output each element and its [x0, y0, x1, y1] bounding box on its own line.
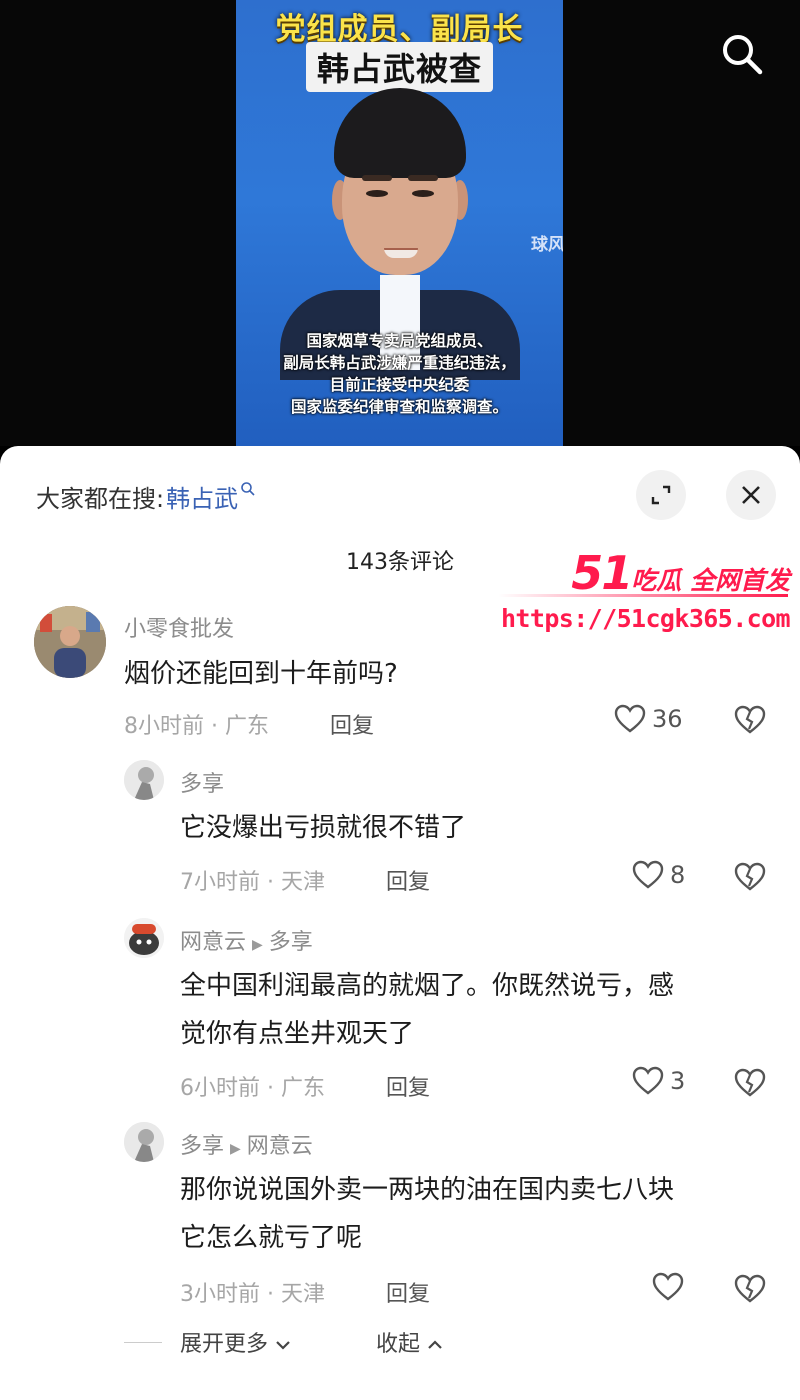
comment-username[interactable]: 小零食批发 [124, 611, 234, 643]
like-button[interactable] [652, 1272, 690, 1302]
divider [124, 1342, 162, 1343]
like-button[interactable]: 8 [632, 860, 685, 890]
reply-button[interactable]: 回复 [386, 864, 430, 896]
heart-icon [652, 1272, 684, 1301]
comment-username[interactable]: 多享 ▶ 网意云 [180, 1128, 313, 1160]
dislike-button[interactable] [734, 705, 766, 739]
comment-text: 那你说说国外卖一两块的油在国内卖七八块 它怎么就亏了呢 [180, 1175, 675, 1253]
caption-line: 国家监委纪律审查和监察调查。 [290, 398, 508, 416]
close-button[interactable] [726, 470, 776, 520]
promo-divider [498, 594, 788, 597]
comment-text: 烟价还能回到十年前吗? [124, 659, 398, 689]
chevron-down-icon [276, 1341, 290, 1350]
video-watermark: 球风 [531, 235, 563, 255]
like-count: 8 [670, 861, 686, 889]
reply-arrow-icon: ▶ [230, 1141, 241, 1157]
comment-text: 全中国利润最高的就烟了。你既然说亏，感 觉你有点坐井观天了 [180, 971, 675, 1049]
video-frame: 党组成员、副局长 韩占武被查 球风 国家烟草专卖局党组成员、 副局长韩占武涉嫌严… [236, 0, 563, 446]
heart-icon [632, 1066, 664, 1095]
comment-meta: 8小时前 · 广东 [124, 714, 269, 739]
comment-sheet: 大家都在搜: 韩占武 143条评论 51吃瓜 全网首发 https://51cg… [0, 446, 800, 1400]
reply-arrow-icon: ▶ [252, 937, 263, 953]
trending-search[interactable]: 大家都在搜: 韩占武 [36, 476, 256, 516]
caption-line: 副局长韩占武涉嫌严重违纪违法， [283, 354, 516, 372]
video-caption: 国家烟草专卖局党组成员、 副局长韩占武涉嫌严重违纪违法， 目前正接受中央纪委 国… [236, 330, 563, 418]
like-button[interactable]: 3 [632, 1066, 685, 1096]
broken-heart-icon [734, 1068, 766, 1097]
search-icon [241, 482, 255, 496]
dislike-button[interactable] [734, 862, 766, 896]
comment-username[interactable]: 网意云 ▶ 多享 [180, 924, 313, 956]
avatar[interactable] [34, 606, 106, 678]
dislike-button[interactable] [734, 1274, 766, 1308]
promo-title: 51吃瓜 全网首发 [571, 546, 790, 600]
person-portrait [279, 70, 520, 380]
avatar[interactable] [124, 918, 164, 958]
broken-heart-icon [734, 1274, 766, 1303]
comment-meta: 6小时前 · 广东 [180, 1076, 325, 1101]
comment-username[interactable]: 多享 [180, 766, 224, 798]
like-count: 36 [652, 705, 683, 733]
caption-line: 国家烟草专卖局党组成员、 [306, 332, 493, 350]
expand-more-button[interactable]: 展开更多 [180, 1326, 291, 1358]
comment-meta: 3小时前 · 天津 [180, 1282, 325, 1307]
reply-button[interactable]: 回复 [330, 708, 374, 740]
like-count: 3 [670, 1067, 686, 1095]
close-icon [742, 486, 760, 504]
trending-search-term[interactable]: 韩占武 [166, 479, 238, 514]
like-button[interactable]: 36 [614, 704, 683, 734]
broken-heart-icon [734, 862, 766, 891]
promo-url: https://51cgk365.com [500, 604, 791, 633]
dislike-button[interactable] [734, 1068, 766, 1102]
heart-icon [614, 704, 646, 733]
heart-icon [632, 860, 664, 889]
search-icon[interactable] [718, 30, 766, 78]
reply-button[interactable]: 回复 [386, 1070, 430, 1102]
expand-icon [651, 485, 671, 505]
avatar[interactable] [124, 1122, 164, 1162]
trending-label: 大家都在搜: [36, 484, 165, 513]
chevron-up-icon [428, 1340, 442, 1349]
collapse-button[interactable]: 收起 [376, 1326, 443, 1358]
broken-heart-icon [734, 705, 766, 734]
comment-meta: 7小时前 · 天津 [180, 870, 325, 895]
caption-line: 目前正接受中央纪委 [329, 376, 470, 394]
expand-button[interactable] [636, 470, 686, 520]
reply-button[interactable]: 回复 [386, 1276, 430, 1308]
video-player[interactable]: 党组成员、副局长 韩占武被查 球风 国家烟草专卖局党组成员、 副局长韩占武涉嫌严… [0, 0, 800, 446]
avatar[interactable] [124, 760, 164, 800]
comment-text: 它没爆出亏损就很不错了 [180, 813, 467, 843]
